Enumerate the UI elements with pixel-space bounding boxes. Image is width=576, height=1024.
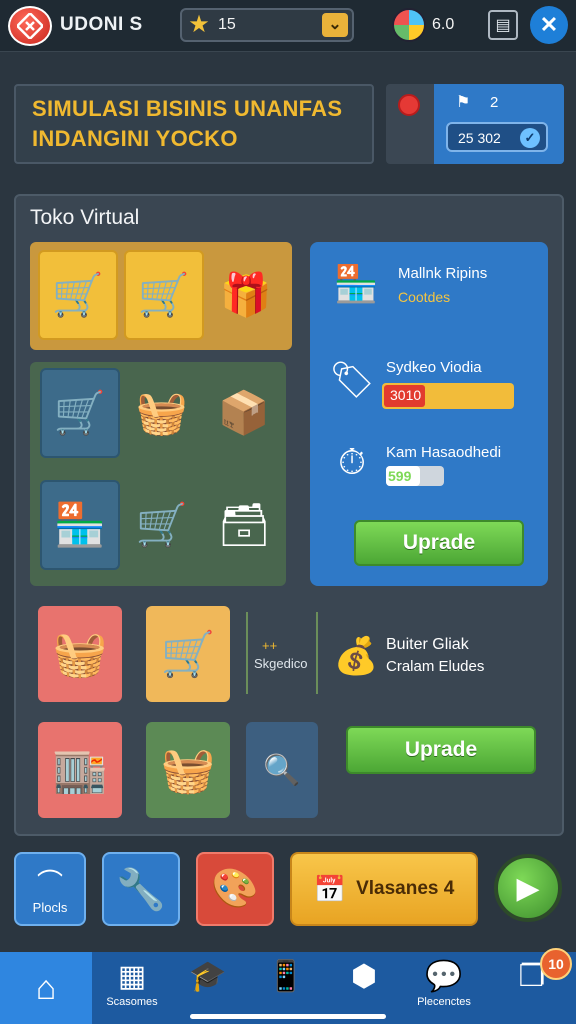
shop-item-cart-2[interactable]: 🛒 <box>124 250 204 340</box>
card-item-2-bar: 3010 <box>382 383 514 409</box>
nav-item-learn[interactable]: 🎓 <box>168 958 248 1020</box>
play-icon: ▶ <box>516 871 540 905</box>
search-icon: 🔍 <box>263 753 301 787</box>
shop-item-store[interactable]: 🏪 <box>40 480 120 570</box>
shop-item-basket[interactable]: 🧺 <box>122 368 202 458</box>
card-item-2-title: Sydkeo Viodia <box>386 359 482 376</box>
card-item-2-value: 3010 <box>390 387 422 403</box>
alert-icon[interactable] <box>398 94 420 116</box>
card-item-3-value: 599 <box>388 468 412 484</box>
shop-item-cart-4[interactable]: 🛒 <box>122 480 202 570</box>
stats-box: ⚑ 2 25 302 ✓ <box>386 84 564 164</box>
play-next-button[interactable]: ▶ <box>494 854 562 922</box>
package-icon: 🗃 <box>217 500 271 548</box>
upgrade-button[interactable]: Uprade <box>354 520 524 566</box>
close-icon[interactable]: ✕ <box>530 6 568 44</box>
banner-line-1: SIMULASI BISINIS UNANFAS <box>32 96 343 121</box>
flag-icon: ⚑ <box>456 94 471 111</box>
shop-item-cart-1[interactable]: 🛒 <box>38 250 118 340</box>
signal-icon: ⌒ <box>36 868 63 898</box>
shop-item-crate[interactable]: 📦 <box>204 368 284 458</box>
shopping-cart-icon: 🛒 <box>137 270 191 318</box>
home-indicator <box>190 1014 386 1019</box>
missions-label: Vlasanes 4 <box>356 878 455 899</box>
shopping-cart-icon: 🛒 <box>135 500 189 548</box>
shop-item-box[interactable]: 🎁 <box>206 250 286 340</box>
nav-item-reports[interactable]: ▦ Scasomes <box>92 958 172 1020</box>
coin-balance: 6.0 <box>432 16 455 33</box>
cube-icon: ⬢ <box>350 960 378 993</box>
upgrade-button-2[interactable]: Uprade <box>346 726 536 774</box>
phone-icon: 📱 <box>267 960 305 993</box>
shopping-cart-icon: 🛒 <box>53 388 107 436</box>
shop-item-basket-green[interactable]: 🧺 <box>146 722 230 818</box>
card-item-1-sub: Cootdes <box>398 289 451 305</box>
clock-icon: ⏱ <box>337 440 367 482</box>
store-icon: 🏪 <box>333 263 379 304</box>
store-title: Toko Virtual <box>30 206 140 229</box>
nav-label-reports: Scasomes <box>106 996 158 1008</box>
shop-item-display[interactable]: 🗃 <box>204 480 284 570</box>
info-line-2: Cralam Eludes <box>386 658 485 675</box>
profile-button[interactable]: ⌒ Plocls <box>14 852 86 926</box>
notification-badge: 10 <box>540 948 572 980</box>
nav-item-messages[interactable]: 💬 Plecenctes <box>404 958 484 1020</box>
info-line-1: Buiter Gliak <box>386 636 469 653</box>
home-icon: ⌂ <box>35 968 57 1007</box>
missions-button[interactable]: 📅 Vlasanes 4 <box>290 852 478 926</box>
shop-item-basket-red[interactable]: 🧺 <box>38 606 122 702</box>
profile-label: Plocls <box>32 900 68 915</box>
title-banner: SIMULASI BISINIS UNANFAS INDANGINI YOCKO <box>14 84 374 164</box>
card-item-1-title: Mallnk Ripins <box>398 265 488 282</box>
gift-box-icon: 🎁 <box>219 270 273 318</box>
tools-button[interactable]: 🔧 <box>102 852 180 926</box>
globe-coin-icon <box>392 8 426 42</box>
paint-button[interactable]: 🎨 <box>196 852 274 926</box>
shop-item-cart-3[interactable]: 🛒 <box>40 368 120 458</box>
card-item-3-bar: 599 <box>386 466 444 486</box>
nav-home[interactable]: ⌂ <box>0 952 92 1024</box>
chat-icon: 💬 <box>425 960 463 993</box>
package-icon: 📦 <box>217 388 271 436</box>
report-icon: ▦ <box>117 960 147 993</box>
app-title: UDONI S <box>60 14 143 35</box>
shopping-cart-icon: 🛒 <box>51 270 105 318</box>
star-icon: ★ <box>188 11 210 38</box>
card-item-3-title: Kam Hasaodhedi <box>386 444 502 461</box>
shopping-cart-icon: 🛒 <box>160 630 216 679</box>
shop-item-cart-5[interactable]: 🛒 <box>146 606 230 702</box>
level-selector[interactable]: ★ 15 ⌄ <box>180 8 354 42</box>
divider <box>316 612 318 694</box>
shop-item-kiosk[interactable]: 🏬 <box>38 722 122 818</box>
basket-icon: 🧺 <box>160 746 216 795</box>
store-icon: 🏪 <box>53 500 107 548</box>
stats-value: 25 302 <box>458 130 501 146</box>
banner-line-2: INDANGINI YOCKO <box>32 126 238 151</box>
nav-label-messages: Plecenctes <box>417 996 471 1008</box>
logo-icon[interactable] <box>8 6 52 46</box>
document-icon[interactable]: ▤ <box>488 10 518 40</box>
side-label: Skgedico <box>254 656 308 671</box>
nav-item-box[interactable]: ⬢ <box>324 958 404 1020</box>
check-icon: ✓ <box>520 128 540 148</box>
chevron-down-icon[interactable]: ⌄ <box>322 13 348 37</box>
cash-register-icon: 💰 <box>333 635 379 676</box>
basket-icon: 🧺 <box>52 630 108 679</box>
paint-icon: 🎨 <box>211 868 259 910</box>
basket-icon: 🧺 <box>135 388 189 436</box>
graduation-cap-icon: 🎓 <box>189 960 227 993</box>
search-button[interactable]: 🔍 <box>246 722 318 818</box>
wrench-icon: 🔧 <box>116 867 166 912</box>
side-label-top: ++ <box>262 638 278 653</box>
store-icon: 🏬 <box>52 746 108 795</box>
calendar-icon: 📅 <box>313 873 347 904</box>
divider <box>246 612 248 694</box>
tag-icon: 🏷 <box>329 359 375 400</box>
level-value: 15 <box>218 16 236 33</box>
stats-count: 2 <box>490 94 499 111</box>
nav-item-device[interactable]: 📱 <box>246 958 326 1020</box>
stats-value-pill[interactable]: 25 302 ✓ <box>446 122 548 152</box>
